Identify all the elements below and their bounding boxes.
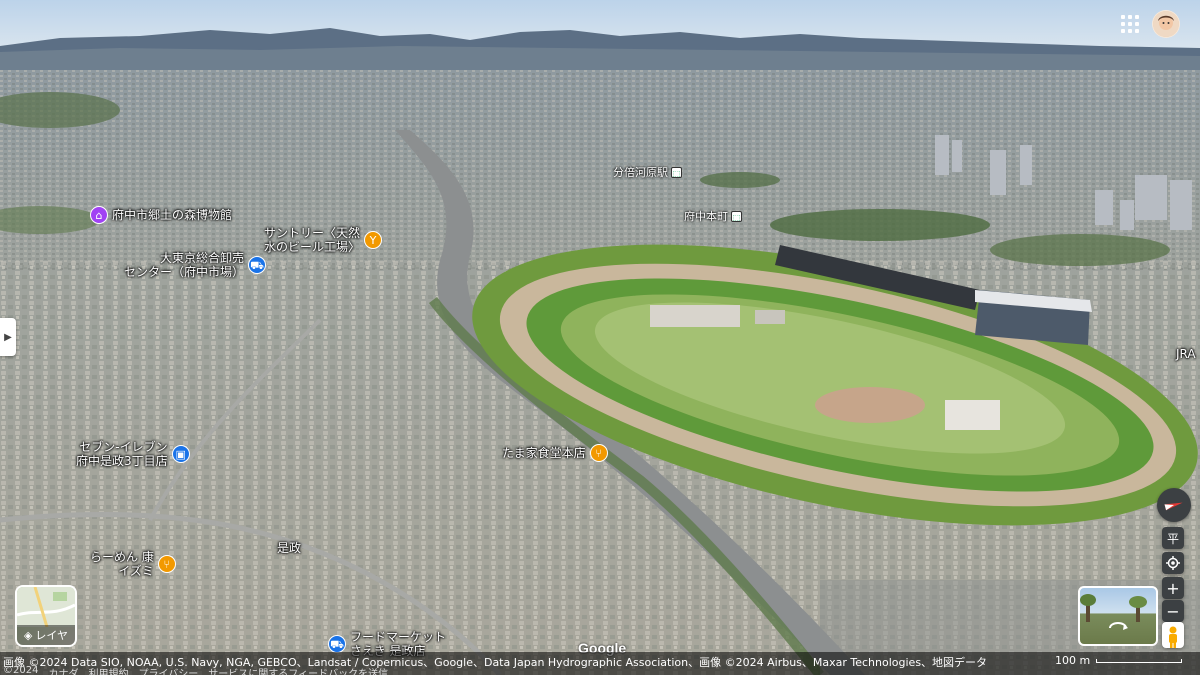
restaurant-icon: ⑂ (589, 444, 608, 462)
station-label: 分倍河原駅 (613, 166, 668, 179)
train-station-icon: ⬚ (671, 167, 682, 178)
apps-grid-icon[interactable] (1118, 12, 1142, 36)
copyright-year: ©2024 (3, 665, 39, 675)
chevron-right-icon: ▶ (4, 331, 12, 343)
poi-label: 府中市郷土の森博物館 (112, 208, 233, 222)
scale-bar (1096, 659, 1182, 663)
map-thumbnail (17, 587, 75, 628)
poi-wholesale-market[interactable]: ⛟ 大東京総合卸売 センター（府中市場） (124, 251, 267, 279)
poi-suntory-brewery[interactable]: Y サントリー〈天然 水のビール工場〉 (264, 226, 383, 254)
layer-button[interactable]: ◈ レイヤ (15, 585, 77, 647)
shopping-cart-icon: ⛟ (248, 256, 267, 274)
area-label-jra: JRA (1176, 347, 1196, 361)
compass-icon (1164, 502, 1183, 511)
scale-label[interactable]: 100 m (1055, 654, 1090, 667)
layer-label: レイヤ (35, 629, 69, 642)
terms-link[interactable]: 利用規約 (88, 665, 128, 675)
station-bubaigawara[interactable]: 分倍河原駅 ⬚ (613, 166, 682, 179)
restaurant-icon: ⑂ (157, 555, 176, 573)
pegman-button[interactable] (1162, 622, 1184, 648)
privacy-link[interactable]: プライバシー (138, 665, 198, 675)
plus-icon: + (1166, 578, 1180, 598)
area-label-koremasa: 是政 (277, 541, 302, 555)
pegman-icon (1169, 626, 1177, 648)
my-location-button[interactable] (1162, 552, 1184, 574)
footer-links: ©2024 カナダ 利用規約 プライバシー サービスに関するフィードバックを送信 (3, 665, 388, 675)
museum-icon: ⌂ (90, 206, 108, 224)
poi-label: サントリー〈天然 水のビール工場〉 (264, 226, 361, 254)
zoom-in-button[interactable]: + (1162, 577, 1184, 599)
shopping-cart-icon: ⛟ (328, 635, 346, 653)
country-link[interactable]: カナダ (48, 665, 78, 675)
avatar-icon (1153, 11, 1179, 37)
station-fuchuhonmachi[interactable]: 府中本町 ⬚ (684, 210, 742, 223)
feedback-link[interactable]: サービスに関するフィードバックを送信 (208, 665, 388, 675)
street-view-preview (1080, 594, 1147, 630)
tilt-label: 平 (1166, 531, 1179, 546)
layers-icon: ◈ (23, 628, 33, 642)
poi-label: らーめん 康 イズミ (90, 550, 154, 578)
train-station-icon: ⬚ (731, 211, 742, 222)
street-view-thumbnail[interactable] (1078, 586, 1158, 646)
poi-tamaya-shokudo[interactable]: ⑂ たま家食堂本店 (502, 444, 608, 462)
poi-label: セブン-イレブン 府中是政3丁目店 (76, 440, 168, 468)
expand-panel-button[interactable]: ▶ (0, 318, 16, 356)
poi-museum[interactable]: ⌂ 府中市郷土の森博物館 (90, 206, 232, 224)
poi-label: たま家食堂本店 (502, 446, 586, 460)
brewery-icon: Y (364, 231, 383, 249)
location-target-icon (1166, 556, 1180, 570)
poi-label: 大東京総合卸売 センター（府中市場） (124, 251, 245, 279)
compass-button[interactable] (1157, 488, 1191, 522)
zoom-out-button[interactable]: − (1162, 600, 1184, 622)
poi-ramen[interactable]: ⑂ らーめん 康 イズミ (90, 550, 176, 578)
avatar[interactable] (1152, 10, 1180, 38)
tilt-toggle-button[interactable]: 平 (1162, 527, 1184, 549)
poi-seven-eleven[interactable]: ▣ セブン-イレブン 府中是政3丁目店 (76, 440, 190, 468)
minus-icon: − (1166, 601, 1180, 621)
aerial-map-view[interactable] (0, 0, 1200, 675)
station-label: 府中本町 (684, 210, 728, 223)
store-icon: ▣ (171, 445, 190, 463)
